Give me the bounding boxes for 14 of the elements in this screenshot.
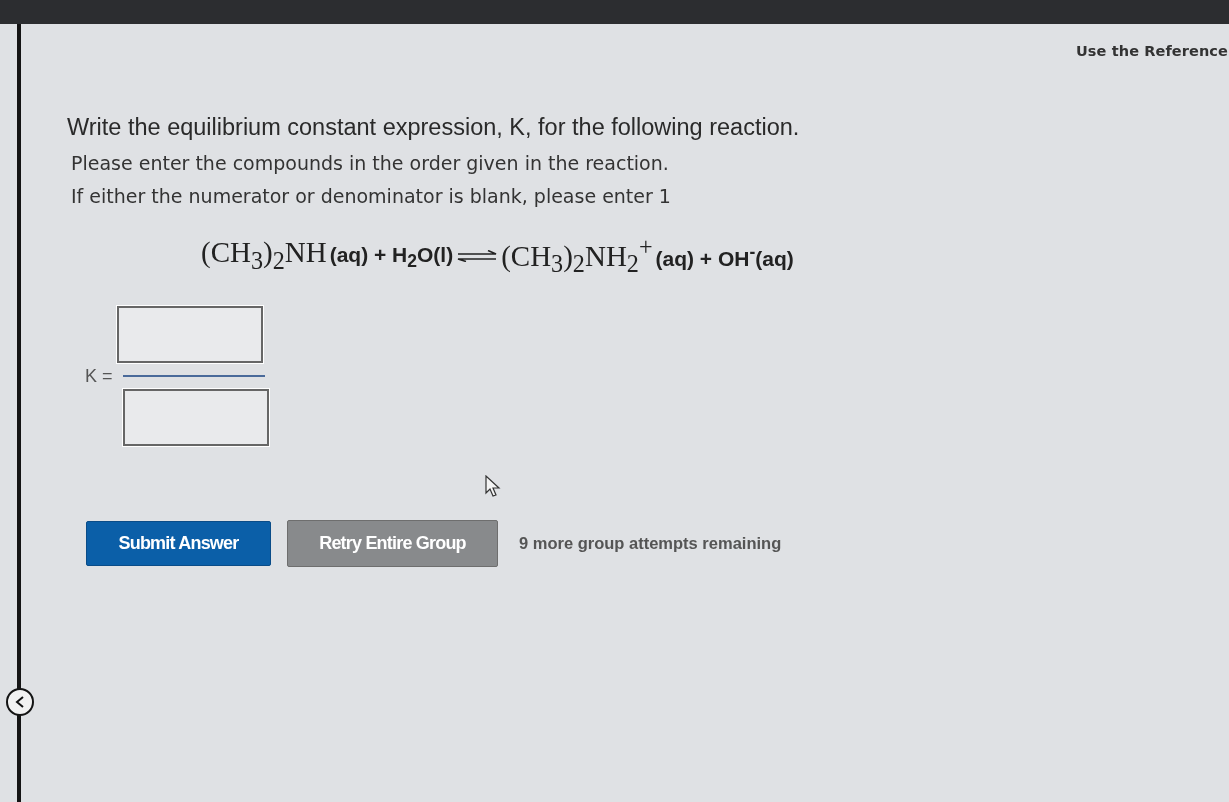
instruction-text: If either the numerator or denominator is blank, please enter 1 <box>71 185 672 207</box>
attempts-text: 9 more group attempts remaining <box>519 534 782 554</box>
k-label: K = <box>85 365 113 387</box>
chevron-left-icon <box>15 696 25 708</box>
numerator-field[interactable] <box>116 306 263 364</box>
denominator-field[interactable] <box>122 389 269 447</box>
submit-button[interactable]: Submit Answer <box>86 521 271 567</box>
instruction-text: Please enter the compounds in the order given in the reaction. <box>71 152 670 174</box>
references-link[interactable]: Use the Reference <box>1076 43 1228 74</box>
equation-reactants: (CH$_{3}$)$_{2}$NH(aq) + H$_{2}$O(l) <box>201 236 454 276</box>
collapse-button[interactable] <box>6 688 34 716</box>
question-title: Write the equilibrium constant expression, K, for the following reaction. <box>67 114 801 141</box>
retry-button[interactable]: Retry Entire Group <box>287 520 498 568</box>
mouse-pointer-icon <box>485 475 501 497</box>
